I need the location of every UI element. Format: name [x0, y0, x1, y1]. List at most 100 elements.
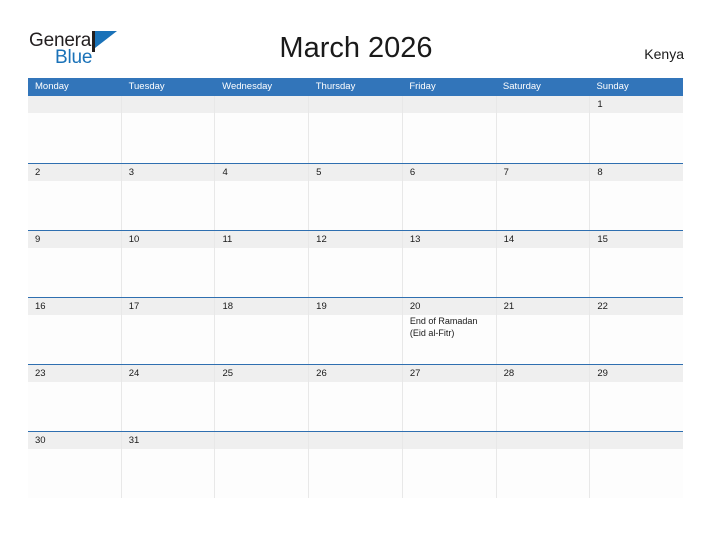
day-cell[interactable]: 11 — [215, 231, 310, 297]
day-cell-empty — [403, 96, 497, 163]
day-cell[interactable]: 4 — [215, 164, 310, 230]
day-number: 22 — [597, 301, 608, 312]
day-cell[interactable]: 3 — [122, 164, 216, 230]
day-cell-empty — [497, 96, 591, 163]
day-number: 19 — [316, 301, 327, 312]
day-number: 7 — [503, 167, 509, 178]
calendar-page: General Blue March 2026 Kenya Monday Tue… — [0, 0, 712, 550]
day-cell[interactable]: 7 — [497, 164, 591, 230]
day-cell[interactable]: 13 — [403, 231, 497, 297]
day-number: 20 — [409, 301, 421, 312]
calendar-week-row: 2 3 4 5 6 7 8 — [28, 163, 683, 230]
calendar-week-row: 1 — [28, 96, 683, 163]
day-cell[interactable]: 16 — [28, 298, 122, 364]
weekday-header-saturday: Saturday — [502, 81, 541, 92]
weekday-header-friday: Friday — [409, 81, 436, 92]
day-cell[interactable]: 29 — [590, 365, 683, 431]
day-number: 14 — [503, 234, 515, 245]
day-cell[interactable]: 1 — [590, 96, 683, 163]
day-cell[interactable]: 26 — [309, 365, 403, 431]
day-cell-empty — [590, 432, 683, 498]
weekday-header-row: Monday Tuesday Wednesday Thursday Friday… — [28, 78, 683, 96]
calendar-week-row: 23 24 25 26 27 28 29 — [28, 364, 683, 431]
day-number — [504, 96, 586, 113]
day-number: 13 — [409, 234, 421, 245]
day-number: 5 — [316, 167, 322, 178]
day-cell[interactable]: 22 — [590, 298, 683, 364]
day-number — [222, 96, 304, 113]
day-event-text: End of Ramadan — [409, 316, 478, 326]
calendar-week-row: 16 17 18 19 20 End of Ramadan (Eid al-Fitr) 21 2… — [28, 297, 683, 364]
day-cell-empty — [28, 96, 122, 163]
day-cell[interactable]: 21 — [497, 298, 591, 364]
calendar-grid: Monday Tuesday Wednesday Thursday Friday… — [28, 78, 683, 498]
calendar-week-row: 9 10 11 12 13 14 15 — [28, 230, 683, 297]
day-number — [597, 432, 679, 449]
country-label: Kenya — [644, 46, 684, 62]
day-number: 9 — [35, 234, 41, 245]
day-number: 6 — [409, 167, 416, 178]
page-title: March 2026 — [279, 32, 433, 64]
day-cell[interactable]: 23 — [28, 365, 122, 431]
weekday-header-sunday: Sunday — [596, 81, 629, 92]
day-cell-empty — [309, 96, 403, 163]
day-cell[interactable]: 9 — [28, 231, 122, 297]
day-cell[interactable]: 24 — [122, 365, 216, 431]
day-number: 21 — [503, 301, 515, 312]
weekday-header-monday: Monday — [35, 81, 69, 92]
day-number: 23 — [35, 368, 46, 379]
day-cell[interactable]: 17 — [122, 298, 216, 364]
day-cell[interactable]: 30 — [28, 432, 122, 498]
day-number: 4 — [222, 167, 228, 178]
day-number: 10 — [128, 234, 140, 245]
day-number: 12 — [316, 234, 327, 245]
day-cell[interactable]: 10 — [122, 231, 216, 297]
day-cell-empty — [215, 96, 310, 163]
day-cell[interactable]: 15 — [590, 231, 683, 297]
day-cell[interactable]: 12 — [309, 231, 403, 297]
day-number: 16 — [35, 301, 46, 312]
day-number: 18 — [222, 301, 234, 312]
day-number: 3 — [128, 167, 135, 178]
day-cell[interactable]: 31 — [122, 432, 216, 498]
day-number — [316, 96, 398, 113]
day-cell[interactable]: 18 — [215, 298, 310, 364]
day-cell[interactable]: 5 — [309, 164, 403, 230]
day-number: 25 — [222, 368, 234, 379]
day-cell-empty — [497, 432, 591, 498]
day-number — [504, 432, 586, 449]
day-event-text: (Eid al-Fitr) — [409, 327, 455, 338]
day-cell-empty — [215, 432, 310, 498]
calendar-week-row: 30 31 — [28, 431, 683, 498]
day-number: 30 — [35, 435, 46, 446]
day-cell[interactable]: 25 — [215, 365, 310, 431]
day-number — [129, 96, 211, 113]
day-cell[interactable]: 6 — [403, 164, 497, 230]
calendar-weeks: 1 2 3 4 5 6 7 8 9 10 11 12 13 14 15 16 17 18 19 20 End of Ra… — [28, 96, 683, 498]
weekday-header-thursday: Thursday — [315, 81, 356, 92]
day-number: 1 — [597, 99, 603, 110]
page-header: General Blue March 2026 Kenya — [0, 0, 712, 78]
weekday-header-tuesday: Tuesday — [128, 81, 165, 92]
day-cell[interactable]: 28 — [497, 365, 591, 431]
day-number: 29 — [597, 368, 608, 379]
day-number — [316, 432, 398, 449]
day-cell-empty — [309, 432, 403, 498]
day-number — [35, 96, 117, 113]
day-number: 28 — [503, 368, 515, 379]
day-cell-empty — [122, 96, 216, 163]
day-cell[interactable]: 27 — [403, 365, 497, 431]
day-number: 17 — [128, 301, 140, 312]
day-cell[interactable]: 14 — [497, 231, 591, 297]
weekday-header-wednesday: Wednesday — [222, 81, 273, 92]
day-number: 2 — [35, 167, 41, 178]
day-number — [222, 432, 304, 449]
day-number: 26 — [316, 368, 327, 379]
day-cell[interactable]: 20 End of Ramadan (Eid al-Fitr) — [403, 298, 497, 364]
day-cell[interactable]: 19 — [309, 298, 403, 364]
day-event-list: End of Ramadan (Eid al-Fitr) — [410, 316, 492, 339]
day-cell[interactable]: 8 — [590, 164, 683, 230]
day-number — [410, 96, 492, 113]
day-cell[interactable]: 2 — [28, 164, 122, 230]
day-number: 24 — [128, 368, 140, 379]
